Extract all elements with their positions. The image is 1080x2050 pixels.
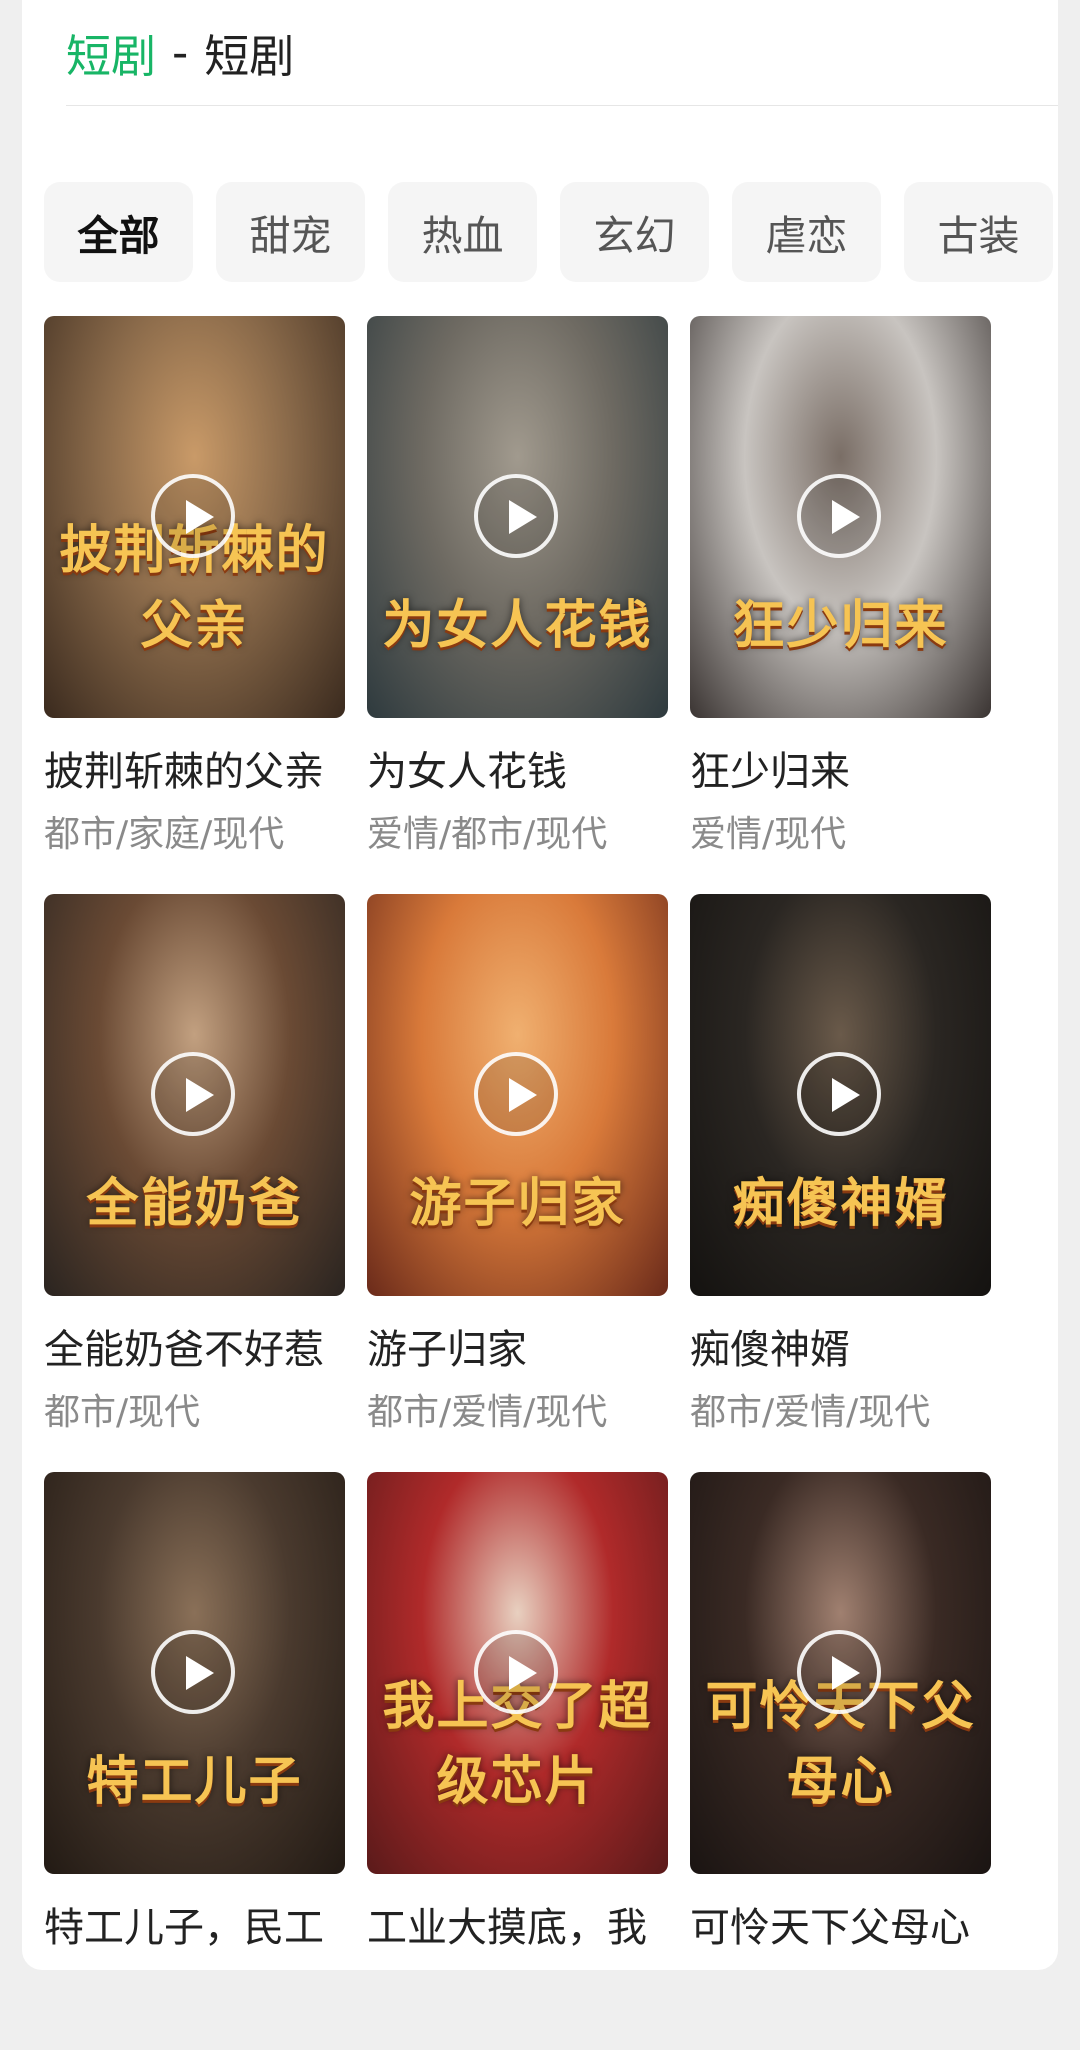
header-separator: - [172, 26, 189, 79]
category-label[interactable]: 短剧 [66, 20, 156, 85]
drama-title[interactable]: 游子归家 [367, 1324, 668, 1376]
drama-poster[interactable]: 披荆斩棘的父亲 [44, 316, 345, 718]
drama-card[interactable]: 全能奶爸 全能奶爸不好惹 都市/现代 [44, 894, 345, 1472]
drama-title[interactable]: 狂少归来 [690, 746, 991, 798]
drama-tags: 都市/现代 [44, 1392, 201, 1433]
poster-title-art: 全能奶爸 [86, 1173, 303, 1234]
drama-tags: 爱情/现代 [690, 814, 847, 855]
tab-angst-romance[interactable]: 虐恋 [732, 182, 881, 282]
play-icon[interactable] [474, 474, 558, 558]
page-title: 短剧 [204, 30, 295, 83]
page-header: 短剧 - 短剧 [66, 0, 1058, 106]
poster-title-art: 为女人花钱 [382, 595, 653, 656]
drama-title[interactable]: 为女人花钱 [367, 746, 668, 798]
drama-card[interactable]: 痴傻神婿 痴傻神婿 都市/爱情/现代 [690, 894, 991, 1472]
drama-poster[interactable]: 为女人花钱 [367, 316, 668, 718]
drama-tags [367, 1968, 668, 2014]
drama-poster[interactable]: 可怜天下父母心 [690, 1472, 991, 1874]
drama-card[interactable]: 为女人花钱 为女人花钱 爱情/都市/现代 [367, 316, 668, 894]
genre-tab-bar: 全部 甜宠 热血 玄幻 虐恋 古装 [44, 182, 1053, 282]
drama-tags: 都市/爱情/现代 [367, 1392, 608, 1433]
drama-tags: 都市/爱情/现代 [690, 1392, 931, 1433]
drama-poster[interactable]: 我上交了超级芯片 [367, 1472, 668, 1874]
poster-title-art: 游子归家 [409, 1173, 626, 1234]
play-icon[interactable] [151, 1630, 235, 1714]
drama-title[interactable]: 痴傻神婿 [690, 1324, 991, 1376]
drama-tags [44, 1968, 345, 2014]
poster-title-art: 特工儿子 [86, 1751, 303, 1812]
drama-title[interactable]: 工业大摸底，我 [367, 1902, 668, 1954]
tab-costume[interactable]: 古装 [904, 182, 1053, 282]
drama-poster[interactable]: 游子归家 [367, 894, 668, 1296]
drama-poster[interactable]: 痴傻神婿 [690, 894, 991, 1296]
drama-card[interactable]: 可怜天下父母心 可怜天下父母心 [690, 1472, 991, 2050]
drama-poster[interactable]: 特工儿子 [44, 1472, 345, 1874]
drama-tags: 都市/家庭/现代 [44, 814, 285, 855]
play-icon[interactable] [474, 1052, 558, 1136]
drama-title[interactable]: 可怜天下父母心 [690, 1902, 991, 1954]
drama-grid: 披荆斩棘的父亲 披荆斩棘的父亲 都市/家庭/现代 为女人花钱 为女人花钱 爱情/… [44, 316, 991, 2050]
drama-card[interactable]: 披荆斩棘的父亲 披荆斩棘的父亲 都市/家庭/现代 [44, 316, 345, 894]
drama-card[interactable]: 狂少归来 狂少归来 爱情/现代 [690, 316, 991, 894]
drama-title[interactable]: 披荆斩棘的父亲 [44, 746, 345, 798]
drama-card[interactable]: 特工儿子 特工儿子，民工 [44, 1472, 345, 2050]
play-icon[interactable] [151, 1052, 235, 1136]
play-icon[interactable] [797, 1052, 881, 1136]
poster-title-art: 痴傻神婿 [732, 1173, 949, 1234]
play-icon[interactable] [797, 1630, 881, 1714]
drama-poster[interactable]: 狂少归来 [690, 316, 991, 718]
drama-card[interactable]: 我上交了超级芯片 工业大摸底，我 [367, 1472, 668, 2050]
drama-tags: 爱情/都市/现代 [367, 814, 608, 855]
tab-fantasy[interactable]: 玄幻 [560, 182, 709, 282]
play-icon[interactable] [151, 474, 235, 558]
drama-title[interactable]: 特工儿子，民工 [44, 1902, 345, 1954]
drama-poster[interactable]: 全能奶爸 [44, 894, 345, 1296]
play-icon[interactable] [797, 474, 881, 558]
drama-title[interactable]: 全能奶爸不好惹 [44, 1324, 345, 1376]
drama-card[interactable]: 游子归家 游子归家 都市/爱情/现代 [367, 894, 668, 1472]
poster-title-art: 狂少归来 [732, 595, 949, 656]
drama-tags [690, 1968, 991, 2014]
play-icon[interactable] [474, 1630, 558, 1714]
tab-passion[interactable]: 热血 [388, 182, 537, 282]
tab-all[interactable]: 全部 [44, 182, 193, 282]
tab-sweet[interactable]: 甜宠 [216, 182, 365, 282]
